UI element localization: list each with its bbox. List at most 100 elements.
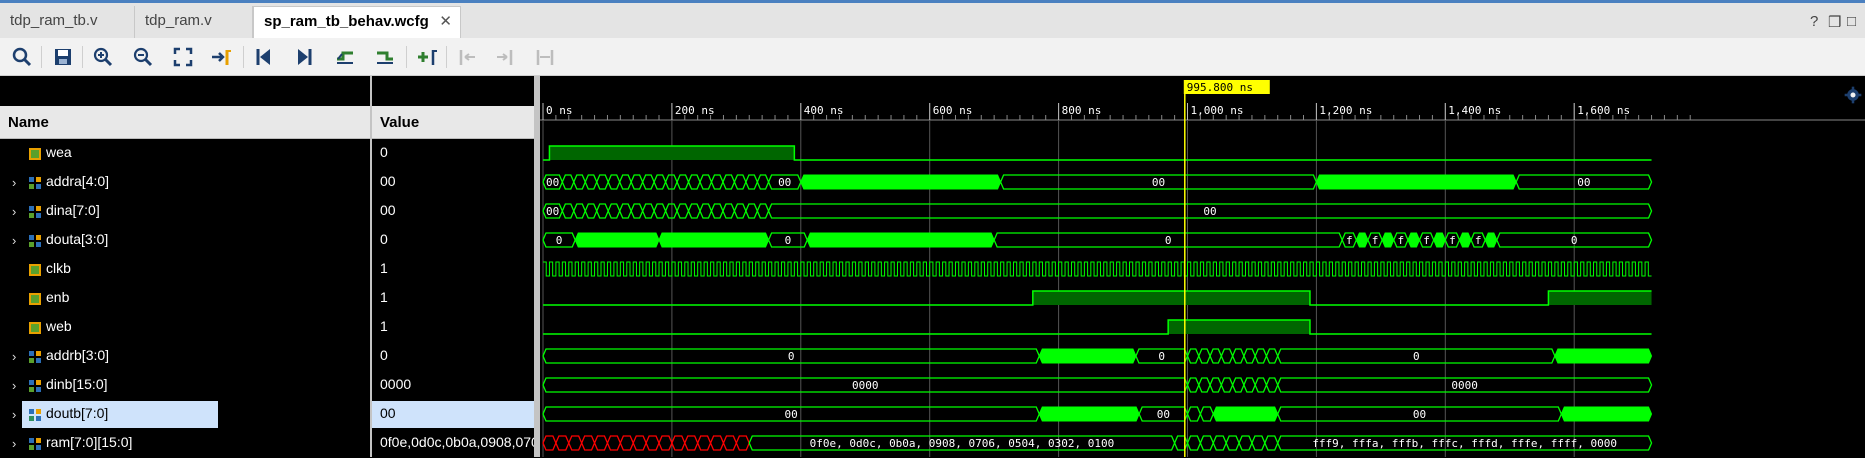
signal-value-row[interactable]: 00 bbox=[372, 168, 534, 197]
signal-value: 0000 bbox=[380, 376, 412, 392]
search-icon[interactable] bbox=[10, 45, 34, 69]
signal-row[interactable]: web bbox=[0, 313, 370, 342]
signal-row[interactable]: › doutb[7:0] bbox=[0, 400, 370, 429]
tab-sp-ram-tb-behav[interactable]: sp_ram_tb_behav.wcfg ✕ bbox=[253, 6, 461, 38]
dinb-segment bbox=[1243, 377, 1256, 393]
addrb-value-label: 0 bbox=[1413, 350, 1420, 363]
high-level-fill bbox=[1548, 291, 1652, 305]
zoom-fit-icon[interactable] bbox=[171, 45, 195, 69]
bus-signal-icon bbox=[29, 206, 41, 218]
ram-segment bbox=[722, 435, 738, 451]
signal-row[interactable]: › addra[4:0] bbox=[0, 168, 370, 197]
zoom-out-icon[interactable] bbox=[131, 45, 155, 69]
douta-value-label: f bbox=[1346, 234, 1353, 247]
signal-name: wea bbox=[46, 144, 72, 160]
signal-value: 0f0e,0d0c,0b0a,0908,0706,0504,0302,0100 bbox=[380, 434, 534, 450]
waveform-canvas[interactable]: 0 ns 200 ns 400 ns 600 ns 800 ns 1,000 ns 1,20… bbox=[540, 76, 1865, 457]
doutb-value-label: 00 bbox=[785, 408, 798, 421]
signal-row[interactable]: wea bbox=[0, 139, 370, 168]
doutb-dense-segment bbox=[1560, 406, 1653, 422]
expand-chevron-icon[interactable]: › bbox=[12, 407, 16, 422]
addra-segment bbox=[607, 174, 621, 190]
dina-segment bbox=[745, 203, 759, 219]
previous-marker-icon[interactable] bbox=[455, 45, 479, 69]
swap-cursors-icon[interactable] bbox=[533, 45, 557, 69]
ram-value-label: 0f0e, 0d0c, 0b0a, 0908, 0706, 0504, 0302… bbox=[810, 437, 1115, 450]
zoom-in-icon[interactable] bbox=[91, 45, 115, 69]
dinb-value-label: 0000 bbox=[852, 379, 879, 392]
add-marker-icon[interactable] bbox=[415, 45, 439, 69]
high-level-fill bbox=[1168, 320, 1310, 334]
addrb-segment bbox=[1220, 348, 1234, 364]
signal-value: 0 bbox=[380, 347, 388, 363]
go-to-cursor-icon[interactable] bbox=[209, 45, 233, 69]
name-column-header[interactable]: Name bbox=[0, 106, 370, 139]
signal-row[interactable]: clkb bbox=[0, 255, 370, 284]
signal-value-row[interactable]: 1 bbox=[372, 313, 534, 342]
expand-chevron-icon[interactable]: › bbox=[12, 175, 16, 190]
signal-value: 1 bbox=[380, 318, 388, 334]
dina-segment bbox=[722, 203, 736, 219]
signal-row[interactable]: › dina[7:0] bbox=[0, 197, 370, 226]
addra-segment bbox=[561, 174, 575, 190]
douta-value-label: f bbox=[1372, 234, 1379, 247]
ram-segment bbox=[632, 435, 647, 451]
expand-chevron-icon[interactable]: › bbox=[12, 233, 16, 248]
expand-chevron-icon[interactable]: › bbox=[12, 378, 16, 393]
time-tick-label: 400 ns bbox=[804, 104, 844, 117]
addra-segment bbox=[756, 174, 770, 190]
maximize-icon[interactable]: □ bbox=[1847, 13, 1856, 30]
tab-tdp-ram[interactable]: tdp_ram.v bbox=[135, 6, 253, 38]
tab-label: tdp_ram.v bbox=[145, 12, 212, 29]
help-icon[interactable]: ? bbox=[1810, 13, 1818, 30]
doutb-segment bbox=[1199, 406, 1214, 422]
value-column-header[interactable]: Value bbox=[372, 106, 534, 139]
signal-row[interactable]: › dinb[15:0] bbox=[0, 371, 370, 400]
addra-dense-segment bbox=[800, 174, 1002, 190]
go-to-last-time-icon[interactable] bbox=[292, 45, 316, 69]
signal-row[interactable]: › ram[7:0][15:0] bbox=[0, 429, 370, 458]
expand-chevron-icon[interactable]: › bbox=[12, 204, 16, 219]
signal-value-row[interactable]: 1 bbox=[372, 255, 534, 284]
dina-segment bbox=[618, 203, 632, 219]
douta-dense-segment bbox=[1433, 232, 1446, 248]
go-to-time-0-icon[interactable] bbox=[252, 45, 276, 69]
next-marker-icon[interactable] bbox=[493, 45, 517, 69]
ram-segment bbox=[555, 435, 570, 451]
ram-segment bbox=[1212, 435, 1227, 451]
restore-icon[interactable]: ❒ bbox=[1828, 13, 1841, 31]
ram-segment bbox=[593, 435, 609, 451]
ram-segment bbox=[1186, 435, 1202, 451]
signal-value-row[interactable]: 0f0e,0d0c,0b0a,0908,0706,0504,0302,0100 bbox=[372, 429, 534, 458]
douta-dense-segment bbox=[1407, 232, 1421, 248]
doutb-dense-segment bbox=[1038, 406, 1140, 422]
toolbar-separator bbox=[406, 46, 407, 68]
signal-value-row[interactable]: 0 bbox=[372, 139, 534, 168]
signal-value-row[interactable]: 00 bbox=[372, 197, 534, 226]
signal-row[interactable]: › douta[3:0] bbox=[0, 226, 370, 255]
dina-value-label: 00 bbox=[546, 205, 559, 218]
ram-segment bbox=[696, 435, 712, 451]
addra-segment bbox=[641, 174, 655, 190]
douta-dense-segment bbox=[1355, 232, 1369, 248]
signal-row[interactable]: › addrb[3:0] bbox=[0, 342, 370, 371]
signal-value-row[interactable]: 0000 bbox=[372, 371, 534, 400]
signal-value-row[interactable]: 0 bbox=[372, 226, 534, 255]
addrb-value-label: 0 bbox=[788, 350, 795, 363]
save-icon[interactable] bbox=[51, 45, 75, 69]
close-icon[interactable]: ✕ bbox=[439, 7, 452, 37]
signal-value-row[interactable]: 00 bbox=[372, 400, 534, 429]
dina-segment bbox=[584, 203, 598, 219]
addra-segment bbox=[596, 174, 609, 190]
previous-transition-icon[interactable] bbox=[333, 45, 357, 69]
tab-tdp-ram-tb[interactable]: tdp_ram_tb.v bbox=[0, 6, 135, 38]
signal-value-row[interactable]: 0 bbox=[372, 342, 534, 371]
signal-value-row[interactable]: 1 bbox=[372, 284, 534, 313]
next-transition-icon[interactable] bbox=[373, 45, 397, 69]
ram-segment bbox=[1238, 435, 1253, 451]
expand-chevron-icon[interactable]: › bbox=[12, 349, 16, 364]
signal-row[interactable]: enb bbox=[0, 284, 370, 313]
dinb-segment bbox=[1220, 377, 1234, 393]
addra-segment bbox=[733, 174, 747, 190]
expand-chevron-icon[interactable]: › bbox=[12, 436, 16, 451]
